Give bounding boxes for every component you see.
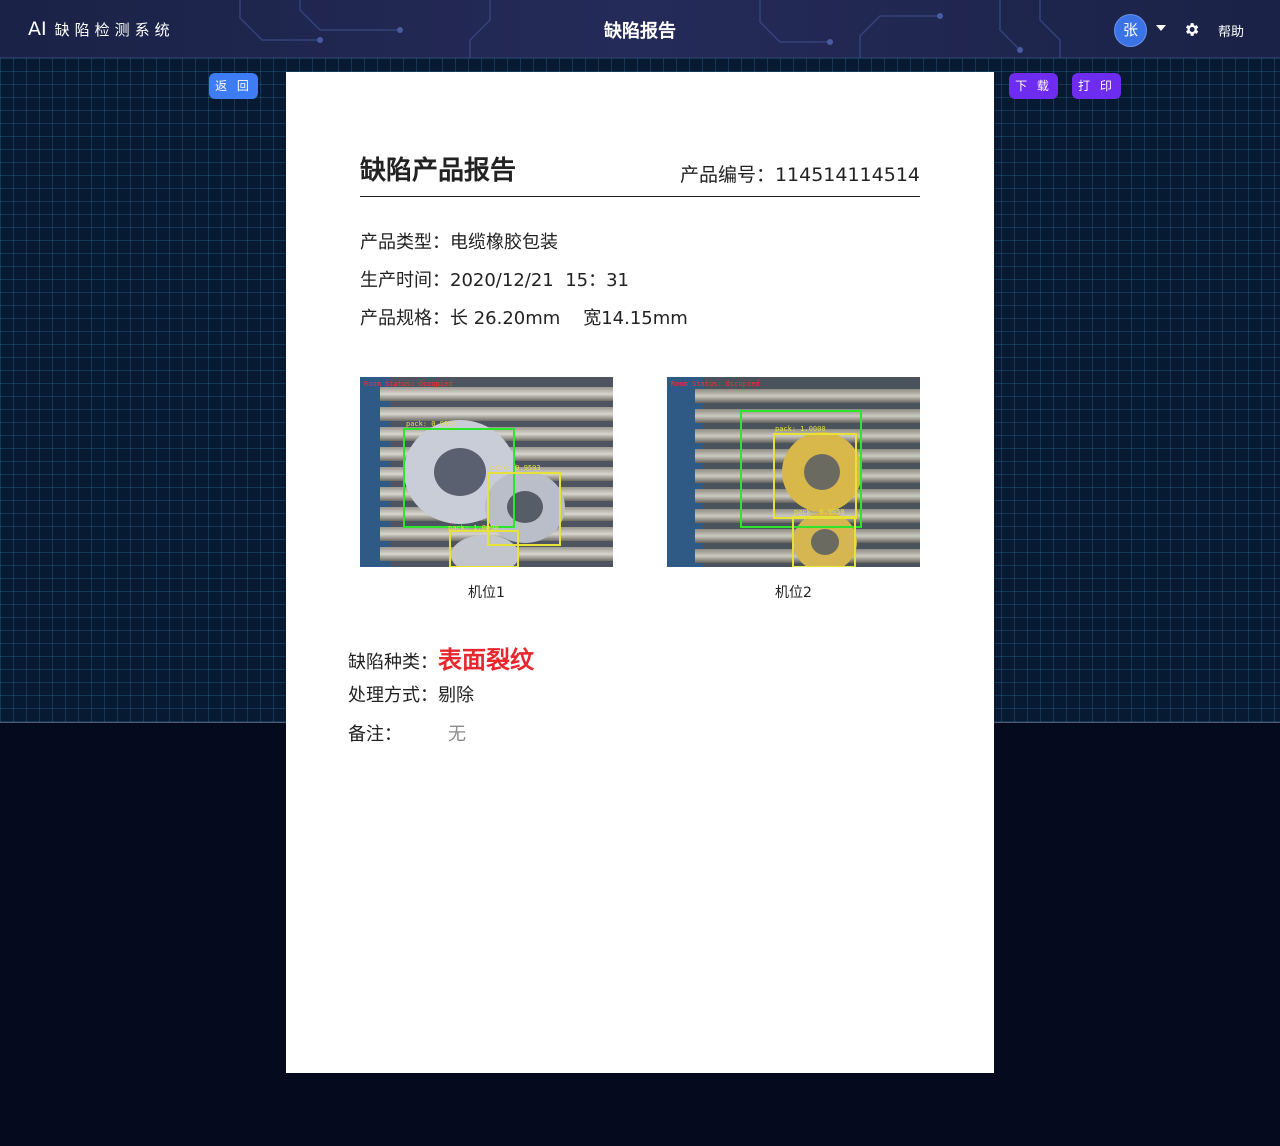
help-link[interactable]: 帮助 bbox=[1218, 21, 1244, 40]
camera-image-1: Room Status: Occupied pack: 0.9998 pack:… bbox=[360, 377, 613, 567]
product-spec: 产品规格：长 26.20mm 宽14.15mm bbox=[360, 308, 688, 329]
camera-status-text: Room Status: Occupied bbox=[364, 380, 453, 388]
title-divider bbox=[360, 196, 920, 197]
camera-status-text: Room Status: Occupied bbox=[671, 380, 760, 388]
camera-image-2: Room Status: Occupied pack: 1.0000 pack:… bbox=[667, 377, 920, 567]
camera-caption-1: 机位1 bbox=[468, 585, 505, 601]
top-header: AI 缺陷检测系统 缺陷报告 张 帮助 bbox=[0, 0, 1280, 58]
defect-type-row: 缺陷种类：表面裂纹 bbox=[348, 640, 534, 675]
detection-label: pack: 1.0000 bbox=[775, 425, 826, 433]
page-title: 缺陷报告 bbox=[604, 21, 676, 42]
download-button[interactable]: 下 载 bbox=[1009, 73, 1058, 99]
detection-label: pack: 0.9593 bbox=[490, 464, 541, 472]
product-number: 产品编号：114514114514 bbox=[679, 164, 920, 186]
product-type: 产品类型：电缆橡胶包装 bbox=[360, 232, 558, 253]
detection-label: pack: 1.0000 bbox=[448, 524, 499, 532]
report-document: 缺陷产品报告 产品编号：114514114514 产品类型：电缆橡胶包装 生产时… bbox=[286, 72, 994, 1073]
gear-icon[interactable] bbox=[1183, 21, 1200, 38]
handling-value: 剔除 bbox=[438, 685, 474, 706]
report-title: 缺陷产品报告 bbox=[360, 156, 517, 186]
print-button[interactable]: 打 印 bbox=[1072, 73, 1121, 99]
detection-label: pack: 0.9950 bbox=[794, 508, 845, 516]
back-button[interactable]: 返 回 bbox=[209, 73, 258, 99]
handling-row: 处理方式：剔除 bbox=[348, 681, 474, 707]
chevron-down-icon[interactable] bbox=[1156, 25, 1166, 31]
user-avatar[interactable]: 张 bbox=[1115, 15, 1146, 46]
defect-type-label: 缺陷种类： bbox=[348, 652, 438, 673]
camera-caption-2: 机位2 bbox=[775, 585, 812, 601]
defect-type-value: 表面裂纹 bbox=[438, 646, 534, 674]
production-time: 生产时间：2020/12/21 15：31 bbox=[360, 270, 629, 291]
note-label: 备注： bbox=[348, 724, 402, 745]
note-row: 备注： 无 bbox=[348, 720, 466, 746]
handling-label: 处理方式： bbox=[348, 685, 438, 706]
detection-label: pack: 0.9998 bbox=[406, 420, 457, 428]
note-value: 无 bbox=[448, 724, 466, 745]
